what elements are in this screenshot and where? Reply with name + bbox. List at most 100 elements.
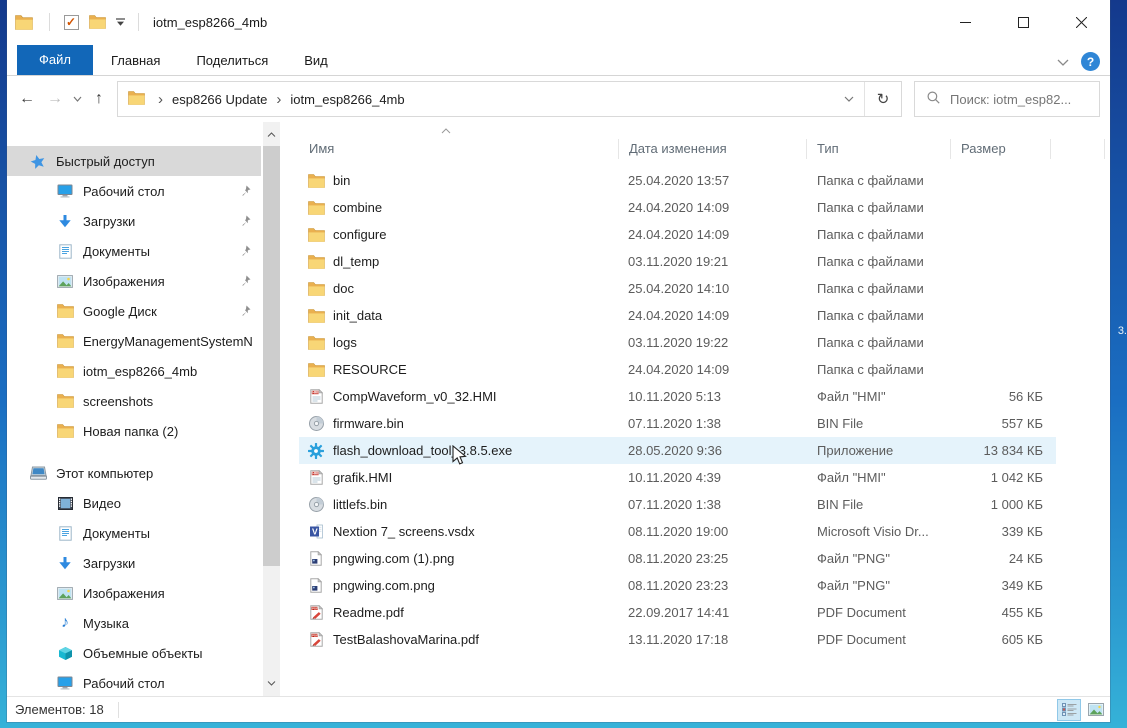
file-size: 605 КБ <box>951 632 1051 647</box>
sidebar-item[interactable]: Видео <box>7 488 261 518</box>
file-date: 07.11.2020 1:38 <box>619 497 807 512</box>
ribbon-collapse-button[interactable] <box>1057 54 1069 69</box>
file-row[interactable]: pngwing.com.png 08.11.2020 23:23 Файл "P… <box>299 572 1056 599</box>
folder-icon <box>128 91 145 108</box>
visio-icon: V <box>307 524 325 539</box>
tab-share[interactable]: Поделиться <box>178 47 286 75</box>
sidebar-item[interactable]: Документы <box>7 236 261 266</box>
sidebar-item[interactable]: Документы <box>7 518 261 548</box>
sidebar-item[interactable]: Рабочий стол <box>7 668 261 696</box>
window-title: iotm_esp8266_4mb <box>153 15 267 30</box>
column-header-name[interactable]: Имя <box>299 139 619 159</box>
help-button[interactable]: ? <box>1081 52 1100 71</box>
scroll-up-icon[interactable] <box>263 126 280 143</box>
breadcrumb-segment[interactable]: esp8266 Update <box>170 90 269 109</box>
file-row[interactable]: bin 25.04.2020 13:57 Папка с файлами <box>299 167 1056 194</box>
sidebar-item[interactable]: iotm_esp8266_4mb <box>7 356 261 386</box>
tab-view[interactable]: Вид <box>286 47 346 75</box>
back-button[interactable]: ← <box>13 84 41 114</box>
address-dropdown-button[interactable] <box>834 82 864 116</box>
close-button[interactable] <box>1052 0 1110 44</box>
sidebar-item-label: Документы <box>83 526 261 541</box>
file-row[interactable]: pngwing.com (1).png 08.11.2020 23:25 Фай… <box>299 545 1056 572</box>
file-row[interactable]: HMICompWaveform_v0_32.HMI 10.11.2020 5:1… <box>299 383 1056 410</box>
sidebar-item[interactable]: EnergyManagementSystemN <box>7 326 261 356</box>
file-date: 13.11.2020 17:18 <box>619 632 807 647</box>
scroll-down-icon[interactable] <box>263 675 280 692</box>
quick-access-properties-button[interactable]: ✓ <box>58 9 84 35</box>
refresh-button[interactable]: ↻ <box>865 82 901 116</box>
maximize-button[interactable] <box>994 0 1052 44</box>
sidebar-item[interactable]: Загрузки <box>7 548 261 578</box>
address-bar[interactable]: › esp8266 Update › iotm_esp8266_4mb ↻ <box>117 81 902 117</box>
file-row[interactable]: littlefs.bin 07.11.2020 1:38 BIN File 1 … <box>299 491 1056 518</box>
file-size: 13 834 КБ <box>951 443 1051 458</box>
details-view-button[interactable] <box>1057 699 1081 721</box>
file-row[interactable]: init_data 24.04.2020 14:09 Папка с файла… <box>299 302 1056 329</box>
sidebar-item[interactable]: Google Диск <box>7 296 261 326</box>
sidebar-scrollbar[interactable] <box>263 122 280 696</box>
file-type: Приложение <box>807 443 951 458</box>
tab-home[interactable]: Главная <box>93 47 178 75</box>
documents-icon <box>55 526 75 541</box>
file-row[interactable]: configure 24.04.2020 14:09 Папка с файла… <box>299 221 1056 248</box>
star-icon <box>28 154 48 169</box>
sidebar-item[interactable]: Рабочий стол <box>7 176 261 206</box>
file-row[interactable]: flash_download_tool_3.8.5.exe 28.05.2020… <box>299 437 1056 464</box>
explorer-window: ✓ iotm_esp8266_4mb Файл Главная Поделить… <box>7 0 1110 722</box>
file-type: Файл "PNG" <box>807 551 951 566</box>
quick-access-new-folder-button[interactable] <box>84 9 110 35</box>
cube3d-icon <box>55 646 75 661</box>
sidebar-item[interactable]: Загрузки <box>7 206 261 236</box>
pdf-icon: PDF <box>307 605 325 620</box>
file-type: Microsoft Visio Dr... <box>807 524 951 539</box>
sidebar-item-label: Объемные объекты <box>83 646 261 661</box>
sidebar-item-label: Рабочий стол <box>83 676 261 691</box>
forward-button[interactable]: → <box>41 84 69 114</box>
sidebar-item[interactable]: ♪ Музыка <box>7 608 261 638</box>
file-row[interactable]: RESOURCE 24.04.2020 14:09 Папка с файлам… <box>299 356 1056 383</box>
up-button[interactable]: ↑ <box>85 84 113 114</box>
column-header-type[interactable]: Тип <box>807 139 951 159</box>
column-headers: Имя Дата изменения Тип Размер <box>299 134 1110 164</box>
column-header-size[interactable]: Размер <box>951 139 1051 159</box>
search-input[interactable]: Поиск: iotm_esp82... <box>950 92 1071 107</box>
sidebar-item-label: Google Диск <box>83 304 240 319</box>
sidebar-item[interactable]: Новая папка (2) <box>7 416 261 446</box>
scrollbar-thumb[interactable] <box>263 146 280 566</box>
folder-icon <box>55 394 75 408</box>
file-row[interactable]: combine 24.04.2020 14:09 Папка с файлами <box>299 194 1056 221</box>
pin-icon <box>240 214 251 229</box>
sidebar-item-label: Этот компьютер <box>56 466 261 481</box>
minimize-button[interactable] <box>936 0 994 44</box>
sidebar-item[interactable]: Объемные объекты <box>7 638 261 668</box>
folder-icon <box>307 255 325 269</box>
file-row[interactable]: PDFTestBalashovaMarina.pdf 13.11.2020 17… <box>299 626 1056 653</box>
forward-arrow-icon: → <box>47 90 63 108</box>
file-row[interactable]: HMIgrafik.HMI 10.11.2020 4:39 Файл "HMI"… <box>299 464 1056 491</box>
file-row[interactable]: doc 25.04.2020 14:10 Папка с файлами <box>299 275 1056 302</box>
toolbar-dropdown-icon <box>116 18 125 27</box>
file-row[interactable]: logs 03.11.2020 19:22 Папка с файлами <box>299 329 1056 356</box>
recent-locations-button[interactable] <box>69 84 85 114</box>
sidebar-item[interactable]: screenshots <box>7 386 261 416</box>
thumbnail-view-button[interactable] <box>1084 699 1108 721</box>
sidebar-item[interactable]: Быстрый доступ <box>7 146 261 176</box>
details-view-icon <box>1062 703 1077 716</box>
sidebar-item[interactable]: Этот компьютер <box>7 458 261 488</box>
sidebar-item[interactable]: Изображения <box>7 578 261 608</box>
file-row[interactable]: PDFReadme.pdf 22.09.2017 14:41 PDF Docum… <box>299 599 1056 626</box>
pin-icon <box>240 274 251 289</box>
file-date: 07.11.2020 1:38 <box>619 416 807 431</box>
column-header-date[interactable]: Дата изменения <box>619 139 807 159</box>
titlebar-separator <box>49 13 50 31</box>
file-size: 1 000 КБ <box>951 497 1051 512</box>
file-row[interactable]: dl_temp 03.11.2020 19:21 Папка с файлами <box>299 248 1056 275</box>
tab-file[interactable]: Файл <box>17 45 93 75</box>
breadcrumb-segment[interactable]: iotm_esp8266_4mb <box>288 90 406 109</box>
file-row[interactable]: firmware.bin 07.11.2020 1:38 BIN File 55… <box>299 410 1056 437</box>
sidebar-item[interactable]: Изображения <box>7 266 261 296</box>
file-row[interactable]: VNextion 7_ screens.vsdx 08.11.2020 19:0… <box>299 518 1056 545</box>
customize-quick-access-button[interactable] <box>110 9 130 35</box>
search-box[interactable]: Поиск: iotm_esp82... <box>914 81 1100 117</box>
